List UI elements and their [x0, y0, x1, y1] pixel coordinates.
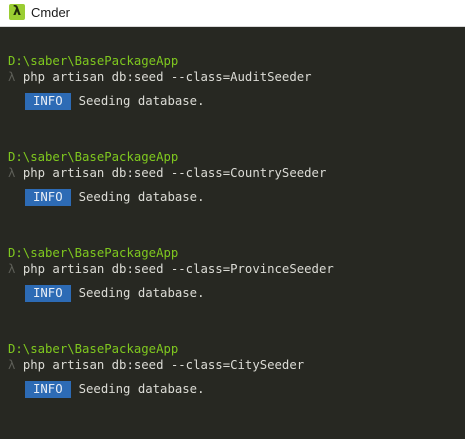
- info-message: Seeding database.: [78, 190, 205, 204]
- command-line: λ php artisan db:seed --class=AuditSeede…: [8, 69, 312, 85]
- info-line: INFO Seeding database.: [25, 189, 204, 207]
- current-path: D:\saber\BasePackageApp: [8, 246, 179, 260]
- command-text: php artisan db:seed --class=ProvinceSeed…: [22, 262, 334, 276]
- info-line: INFO Seeding database.: [25, 381, 204, 399]
- info-message: Seeding database.: [78, 286, 205, 300]
- window-title: Cmder: [31, 5, 71, 20]
- command-line: λ php artisan db:seed --class=CitySeeder: [8, 357, 304, 373]
- command-text: php artisan db:seed --class=CitySeeder: [22, 358, 305, 372]
- title-bar[interactable]: λ Cmder: [0, 0, 465, 27]
- info-badge: INFO: [25, 93, 71, 110]
- output-block: D:\saber\BasePackageApp λ php artisan db…: [0, 341, 465, 437]
- info-line: INFO Seeding database.: [25, 93, 204, 111]
- output-block: D:\saber\BasePackageApp λ php artisan db…: [0, 53, 465, 149]
- info-badge: INFO: [25, 285, 71, 302]
- command-text: php artisan db:seed --class=CountrySeede…: [22, 166, 327, 180]
- current-path: D:\saber\BasePackageApp: [8, 150, 179, 164]
- command-line: λ php artisan db:seed --class=CountrySee…: [8, 165, 326, 181]
- prompt-symbol: λ: [8, 358, 16, 372]
- output-block: D:\saber\BasePackageApp λ php artisan db…: [0, 245, 465, 341]
- current-path: D:\saber\BasePackageApp: [8, 54, 179, 68]
- prompt-symbol: λ: [8, 70, 16, 84]
- command-line: λ php artisan db:seed --class=ProvinceSe…: [8, 261, 334, 277]
- current-path: D:\saber\BasePackageApp: [8, 342, 179, 356]
- info-line: INFO Seeding database.: [25, 285, 204, 303]
- info-message: Seeding database.: [78, 382, 205, 396]
- info-badge: INFO: [25, 189, 71, 206]
- command-text: php artisan db:seed --class=AuditSeeder: [22, 70, 312, 84]
- info-badge: INFO: [25, 381, 71, 398]
- info-message: Seeding database.: [78, 94, 205, 108]
- output-block: D:\saber\BasePackageApp λ php artisan db…: [0, 149, 465, 245]
- terminal-output[interactable]: D:\saber\BasePackageApp λ php artisan db…: [0, 28, 465, 439]
- cmder-window: λ Cmder D:\saber\BasePackageApp λ php ar…: [0, 0, 465, 439]
- prompt-symbol: λ: [8, 262, 16, 276]
- prompt-symbol: λ: [8, 166, 16, 180]
- lambda-icon: λ: [9, 4, 25, 20]
